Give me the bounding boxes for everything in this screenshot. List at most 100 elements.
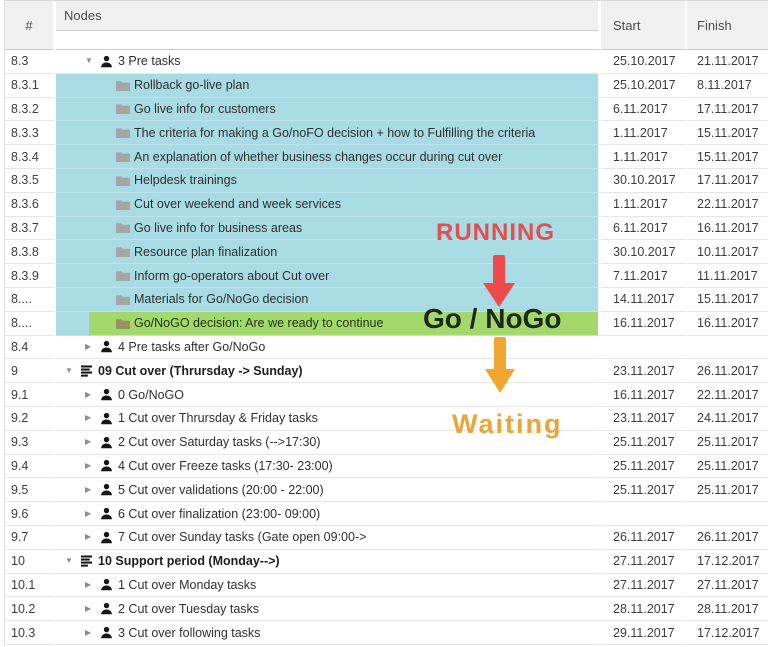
folder-icon bbox=[116, 127, 133, 138]
person-icon bbox=[100, 436, 117, 449]
expander-icon[interactable]: ▼ bbox=[65, 367, 80, 375]
row-number: 8.3.7 bbox=[5, 217, 56, 241]
node-cell[interactable]: Rollback go-live plan bbox=[56, 74, 601, 98]
table-row: 8.3 ▼ 3 Pre tasks 25.10.2017 21.11.2017 bbox=[5, 50, 768, 74]
start-date: 29.11.2017 bbox=[601, 621, 687, 645]
node-cell[interactable]: ▶ 4 Pre tasks after Go/NoGo bbox=[56, 336, 601, 360]
node-label: 3 Pre tasks bbox=[118, 54, 181, 68]
person-icon bbox=[100, 388, 117, 401]
start-date: 27.11.2017 bbox=[601, 550, 687, 574]
start-date: 27.11.2017 bbox=[601, 574, 687, 598]
start-date: 7.11.2017 bbox=[601, 264, 687, 288]
finish-date bbox=[687, 336, 768, 360]
start-date: 14.11.2017 bbox=[601, 288, 687, 312]
row-number: 8.3.1 bbox=[5, 74, 56, 98]
node-label: Resource plan finalization bbox=[134, 245, 277, 259]
expander-icon[interactable]: ▶ bbox=[85, 414, 100, 422]
node-cell[interactable]: ▶ 1 Cut over Monday tasks bbox=[56, 574, 601, 598]
finish-date: 11.11.2017 bbox=[687, 264, 768, 288]
start-date: 23.11.2017 bbox=[601, 359, 687, 383]
finish-date bbox=[687, 502, 768, 526]
expander-icon[interactable]: ▶ bbox=[85, 343, 100, 351]
person-icon bbox=[100, 602, 117, 615]
column-header-number[interactable]: # bbox=[5, 1, 56, 50]
running-annotation: RUNNING bbox=[436, 219, 555, 247]
start-date: 25.11.2017 bbox=[601, 455, 687, 479]
node-cell[interactable]: ▶ 3 Cut over following tasks bbox=[56, 621, 601, 645]
node-cell[interactable]: ▼ 09 Cut over (Thrursday -> Sunday) bbox=[56, 359, 601, 383]
node-cell[interactable]: Inform go-operators about Cut over bbox=[56, 264, 601, 288]
node-cell[interactable]: Helpdesk trainings bbox=[56, 169, 601, 193]
node-label: Inform go-operators about Cut over bbox=[134, 269, 329, 283]
node-cell[interactable]: ▶ 0 Go/NoGO bbox=[56, 383, 601, 407]
folder-icon bbox=[116, 294, 133, 305]
expander-icon[interactable]: ▼ bbox=[65, 557, 80, 565]
node-label: 1 Cut over Monday tasks bbox=[118, 578, 256, 592]
node-cell[interactable]: An explanation of whether business chang… bbox=[56, 145, 601, 169]
table-row: 8.... Go/NoGO decision: Are we ready to … bbox=[5, 312, 768, 336]
node-cell[interactable]: ▶ 6 Cut over finalization (23:00- 09:00) bbox=[56, 502, 601, 526]
table-row: 9.1 ▶ 0 Go/NoGO 16.11.2017 22.11.2017 bbox=[5, 383, 768, 407]
finish-date: 17.12.2017 bbox=[687, 621, 768, 645]
table-row: 8.3.7 Go live info for business areas 6.… bbox=[5, 217, 768, 241]
task-table: # Nodes Start Finish 8.3 ▼ 3 Pre tasks 2… bbox=[4, 0, 768, 645]
table-row: 8.3.2 Go live info for customers 6.11.20… bbox=[5, 98, 768, 122]
node-label: Rollback go-live plan bbox=[134, 78, 249, 92]
gonogo-annotation: Go / NoGo bbox=[423, 303, 561, 335]
start-date: 6.11.2017 bbox=[601, 98, 687, 122]
node-label: Materials for Go/NoGo decision bbox=[134, 292, 308, 306]
table-header: # Nodes Start Finish bbox=[5, 0, 768, 50]
node-label: 6 Cut over finalization (23:00- 09:00) bbox=[118, 507, 320, 521]
node-cell[interactable]: ▶ 2 Cut over Tuesday tasks bbox=[56, 597, 601, 621]
table-row: 8.3.8 Resource plan finalization 30.10.2… bbox=[5, 240, 768, 264]
node-cell[interactable]: ▼ 3 Pre tasks bbox=[56, 50, 601, 74]
table-row: 9.5 ▶ 5 Cut over validations (20:00 - 22… bbox=[5, 478, 768, 502]
finish-date: 10.11.2017 bbox=[687, 240, 768, 264]
folder-icon bbox=[116, 151, 133, 162]
row-number: 9.2 bbox=[5, 407, 56, 431]
node-cell[interactable]: Go live info for customers bbox=[56, 98, 601, 122]
expander-icon[interactable]: ▶ bbox=[85, 438, 100, 446]
column-header-start[interactable]: Start bbox=[601, 1, 687, 50]
expander-icon[interactable]: ▶ bbox=[85, 629, 100, 637]
row-number: 9.4 bbox=[5, 455, 56, 479]
row-number: 8.3 bbox=[5, 50, 56, 74]
node-cell[interactable]: ▼ 10 Support period (Monday-->) bbox=[56, 550, 601, 574]
nodes-header-label[interactable]: Nodes bbox=[56, 1, 598, 31]
table-row: 8.3.3 The criteria for making a Go/noFO … bbox=[5, 121, 768, 145]
table-row: 10.1 ▶ 1 Cut over Monday tasks 27.11.201… bbox=[5, 574, 768, 598]
start-date: 30.10.2017 bbox=[601, 169, 687, 193]
node-label: 7 Cut over Sunday tasks (Gate open 09:00… bbox=[118, 530, 366, 544]
column-header-finish[interactable]: Finish bbox=[687, 1, 768, 50]
expander-icon[interactable]: ▼ bbox=[85, 57, 100, 65]
row-number: 8.3.4 bbox=[5, 145, 56, 169]
start-date: 25.10.2017 bbox=[601, 74, 687, 98]
finish-date: 17.11.2017 bbox=[687, 169, 768, 193]
folder-icon bbox=[116, 199, 133, 210]
row-number: 8.3.2 bbox=[5, 98, 56, 122]
finish-date: 21.11.2017 bbox=[687, 50, 768, 74]
expander-icon[interactable]: ▶ bbox=[85, 605, 100, 613]
expander-icon[interactable]: ▶ bbox=[85, 486, 100, 494]
node-cell[interactable]: ▶ 4 Cut over Freeze tasks (17:30- 23:00) bbox=[56, 455, 601, 479]
nodes-filter-row[interactable] bbox=[56, 31, 598, 49]
node-cell[interactable]: The criteria for making a Go/noFO decisi… bbox=[56, 121, 601, 145]
expander-icon[interactable]: ▶ bbox=[85, 581, 100, 589]
expander-icon[interactable]: ▶ bbox=[85, 462, 100, 470]
expander-icon[interactable]: ▶ bbox=[85, 391, 100, 399]
node-cell[interactable]: ▶ 5 Cut over validations (20:00 - 22:00) bbox=[56, 478, 601, 502]
waiting-annotation: Waiting bbox=[452, 409, 562, 440]
table-row: 8.... Materials for Go/NoGo decision 14.… bbox=[5, 288, 768, 312]
folder-icon bbox=[116, 222, 133, 233]
node-cell[interactable]: Cut over weekend and week services bbox=[56, 193, 601, 217]
node-label: 1 Cut over Thrursday & Friday tasks bbox=[118, 411, 318, 425]
row-number: 10.3 bbox=[5, 621, 56, 645]
node-cell[interactable]: ▶ 7 Cut over Sunday tasks (Gate open 09:… bbox=[56, 526, 601, 550]
expander-icon[interactable]: ▶ bbox=[85, 533, 100, 541]
finish-date: 16.11.2017 bbox=[687, 217, 768, 241]
column-header-nodes[interactable]: Nodes bbox=[56, 1, 601, 50]
row-number: 9.6 bbox=[5, 502, 56, 526]
node-label: 4 Cut over Freeze tasks (17:30- 23:00) bbox=[118, 459, 333, 473]
node-label: Cut over weekend and week services bbox=[134, 197, 341, 211]
expander-icon[interactable]: ▶ bbox=[85, 510, 100, 518]
